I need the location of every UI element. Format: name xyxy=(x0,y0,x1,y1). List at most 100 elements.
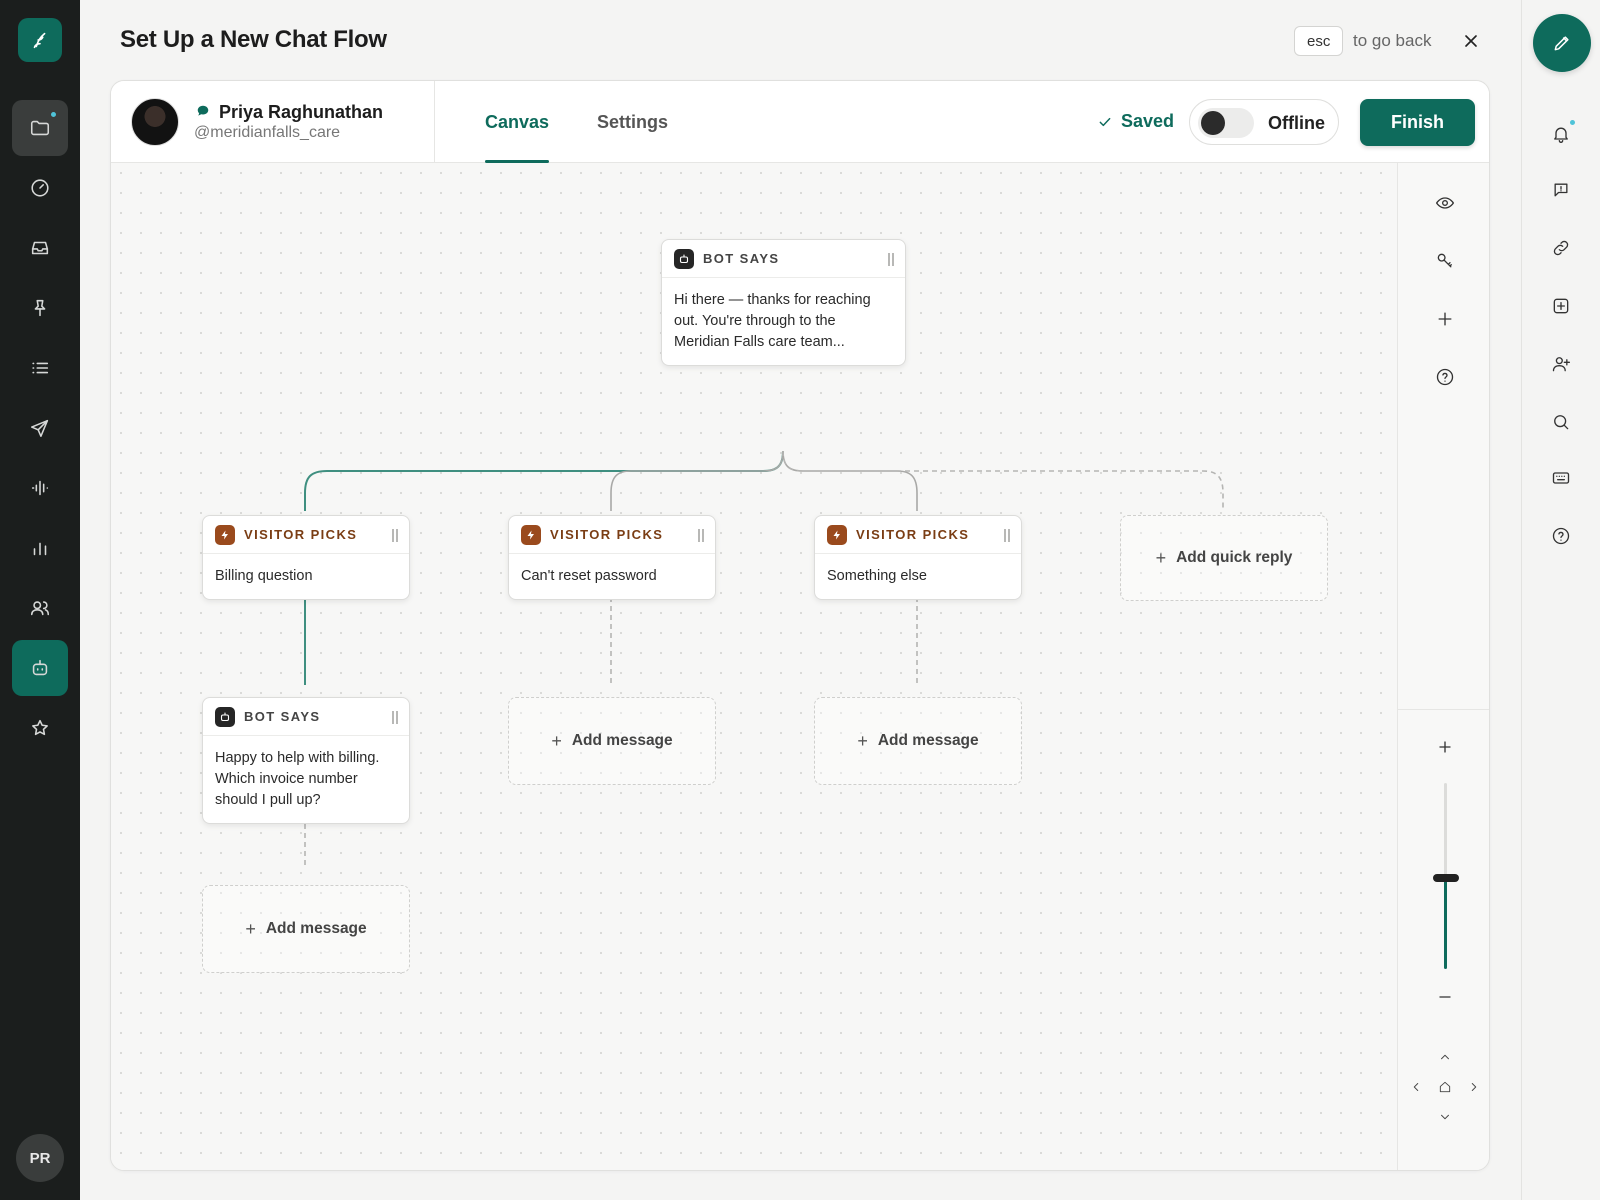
user-name: Priya Raghunathan xyxy=(219,102,384,122)
notification-dot xyxy=(50,111,57,118)
waveform-icon xyxy=(31,480,49,496)
add-node-button[interactable] xyxy=(1431,305,1459,333)
saved-status: Saved xyxy=(1097,111,1174,132)
users-icon xyxy=(30,601,50,616)
add-message-button[interactable]: + Add message xyxy=(814,697,1022,785)
plus-icon xyxy=(1438,312,1452,326)
panel-header: Priya Raghunathan @meridianfalls_care Ca… xyxy=(111,81,1489,163)
finish-button[interactable]: Finish xyxy=(1360,99,1475,146)
add-quick-reply-button[interactable]: + Add quick reply xyxy=(1120,515,1328,601)
nav-voice[interactable] xyxy=(12,460,68,516)
bot-message-node-billing[interactable]: BOT SAYS Happy to help with billing. Whi… xyxy=(202,697,410,824)
invite-user-button[interactable] xyxy=(1547,350,1575,378)
add-message-label: Add message xyxy=(571,732,673,749)
nav-inbox[interactable] xyxy=(12,220,68,276)
node-message-text: Hi there — thanks for reaching out. You'… xyxy=(674,292,871,350)
nav-pins[interactable] xyxy=(12,280,68,336)
nav-campaigns[interactable] xyxy=(12,400,68,456)
node-type-label: VISITOR PICKS xyxy=(856,527,970,542)
zoom-slider-thumb[interactable] xyxy=(1433,873,1459,882)
pin-icon xyxy=(34,299,46,317)
preview-button[interactable] xyxy=(1431,189,1459,217)
gauge-icon xyxy=(31,179,49,197)
visitor-reply-node-billing[interactable]: VISITOR PICKS Billing question xyxy=(202,515,410,600)
add-message-button[interactable]: + Add message xyxy=(202,885,410,973)
zoom-slider-fill xyxy=(1444,877,1447,969)
tab-settings[interactable]: Settings xyxy=(597,81,668,163)
nav-folder[interactable] xyxy=(12,100,68,156)
add-item-button[interactable] xyxy=(1547,292,1575,320)
flow-canvas[interactable]: BOT SAYS Hi there — thanks for reaching … xyxy=(111,163,1397,1170)
canvas-help-button[interactable] xyxy=(1431,363,1459,391)
node-reply-text: Billing question xyxy=(215,568,313,584)
zoom-in-icon xyxy=(1439,741,1451,753)
lightning-icon xyxy=(521,524,541,545)
app-logo[interactable] xyxy=(18,18,62,62)
left-sidebar: PR xyxy=(0,0,80,1200)
pan-right-button[interactable] xyxy=(1464,1077,1484,1097)
pan-up-button[interactable] xyxy=(1435,1047,1455,1067)
add-message-label: Add message xyxy=(877,732,979,749)
bar-chart-icon xyxy=(33,542,47,556)
nav-contacts[interactable] xyxy=(12,580,68,636)
add-message-button[interactable]: + Add message xyxy=(508,697,716,785)
chat-status-icon xyxy=(196,104,210,118)
keyboard-icon xyxy=(1552,472,1570,484)
plus-icon: + xyxy=(857,730,868,751)
drag-handle-icon[interactable] xyxy=(888,253,894,266)
drag-handle-icon[interactable] xyxy=(698,529,704,542)
page-title: Set Up a New Chat Flow xyxy=(120,26,387,53)
current-user-avatar[interactable]: PR xyxy=(16,1134,64,1182)
node-type-label: BOT SAYS xyxy=(244,709,321,724)
user-block: Priya Raghunathan @meridianfalls_care xyxy=(111,81,435,163)
nav-bots[interactable] xyxy=(12,640,68,696)
drag-handle-icon[interactable] xyxy=(392,529,398,542)
nav-reports[interactable] xyxy=(12,520,68,576)
close-button[interactable] xyxy=(1456,26,1486,56)
close-icon xyxy=(1465,35,1477,47)
toolbar-divider xyxy=(1398,709,1489,710)
zoom-out-button[interactable] xyxy=(1431,983,1459,1011)
lightning-icon xyxy=(827,524,847,545)
presence-toggle[interactable] xyxy=(1198,108,1254,138)
user-plus-icon xyxy=(1552,357,1570,372)
help-button[interactable] xyxy=(1547,522,1575,550)
visitor-reply-node-other[interactable]: VISITOR PICKS Something else xyxy=(814,515,1022,600)
keyword-button[interactable] xyxy=(1431,247,1459,275)
drag-handle-icon[interactable] xyxy=(1004,529,1010,542)
list-icon xyxy=(32,362,49,374)
chevron-down-icon xyxy=(1441,1114,1449,1120)
pan-down-button[interactable] xyxy=(1435,1107,1455,1127)
nav-lists[interactable] xyxy=(12,340,68,396)
tab-canvas[interactable]: Canvas xyxy=(485,81,550,163)
pan-left-button[interactable] xyxy=(1406,1077,1426,1097)
bot-icon xyxy=(32,659,48,676)
compose-button[interactable] xyxy=(1533,14,1591,72)
eye-icon xyxy=(1436,197,1454,209)
help-icon xyxy=(1552,527,1570,545)
node-header: VISITOR PICKS xyxy=(203,516,409,554)
node-header: BOT SAYS xyxy=(662,240,905,278)
recenter-button[interactable] xyxy=(1435,1077,1455,1097)
notifications-button[interactable] xyxy=(1547,120,1575,148)
nav-favorites[interactable] xyxy=(12,700,68,756)
bot-message-node[interactable]: BOT SAYS Hi there — thanks for reaching … xyxy=(661,239,906,366)
bell-icon xyxy=(1554,127,1568,143)
notification-dot xyxy=(1570,120,1575,125)
node-message-text: Happy to help with billing. Which invoic… xyxy=(215,750,380,808)
links-button[interactable] xyxy=(1547,234,1575,262)
saved-label: Saved xyxy=(1121,111,1175,131)
visitor-reply-node-password[interactable]: VISITOR PICKS Can't reset password xyxy=(508,515,716,600)
search-button[interactable] xyxy=(1547,408,1575,436)
messages-button[interactable] xyxy=(1547,176,1575,204)
shortcuts-button[interactable] xyxy=(1547,464,1575,492)
node-reply-text: Something else xyxy=(827,568,927,584)
nav-dashboard[interactable] xyxy=(12,160,68,216)
check-icon xyxy=(1099,117,1111,126)
presence-toggle-group: Offline xyxy=(1189,99,1339,145)
zoom-in-button[interactable] xyxy=(1431,733,1459,761)
drag-handle-icon[interactable] xyxy=(392,711,398,724)
inbox-icon xyxy=(31,241,49,255)
help-icon xyxy=(1436,368,1454,386)
logo-icon xyxy=(33,32,46,49)
